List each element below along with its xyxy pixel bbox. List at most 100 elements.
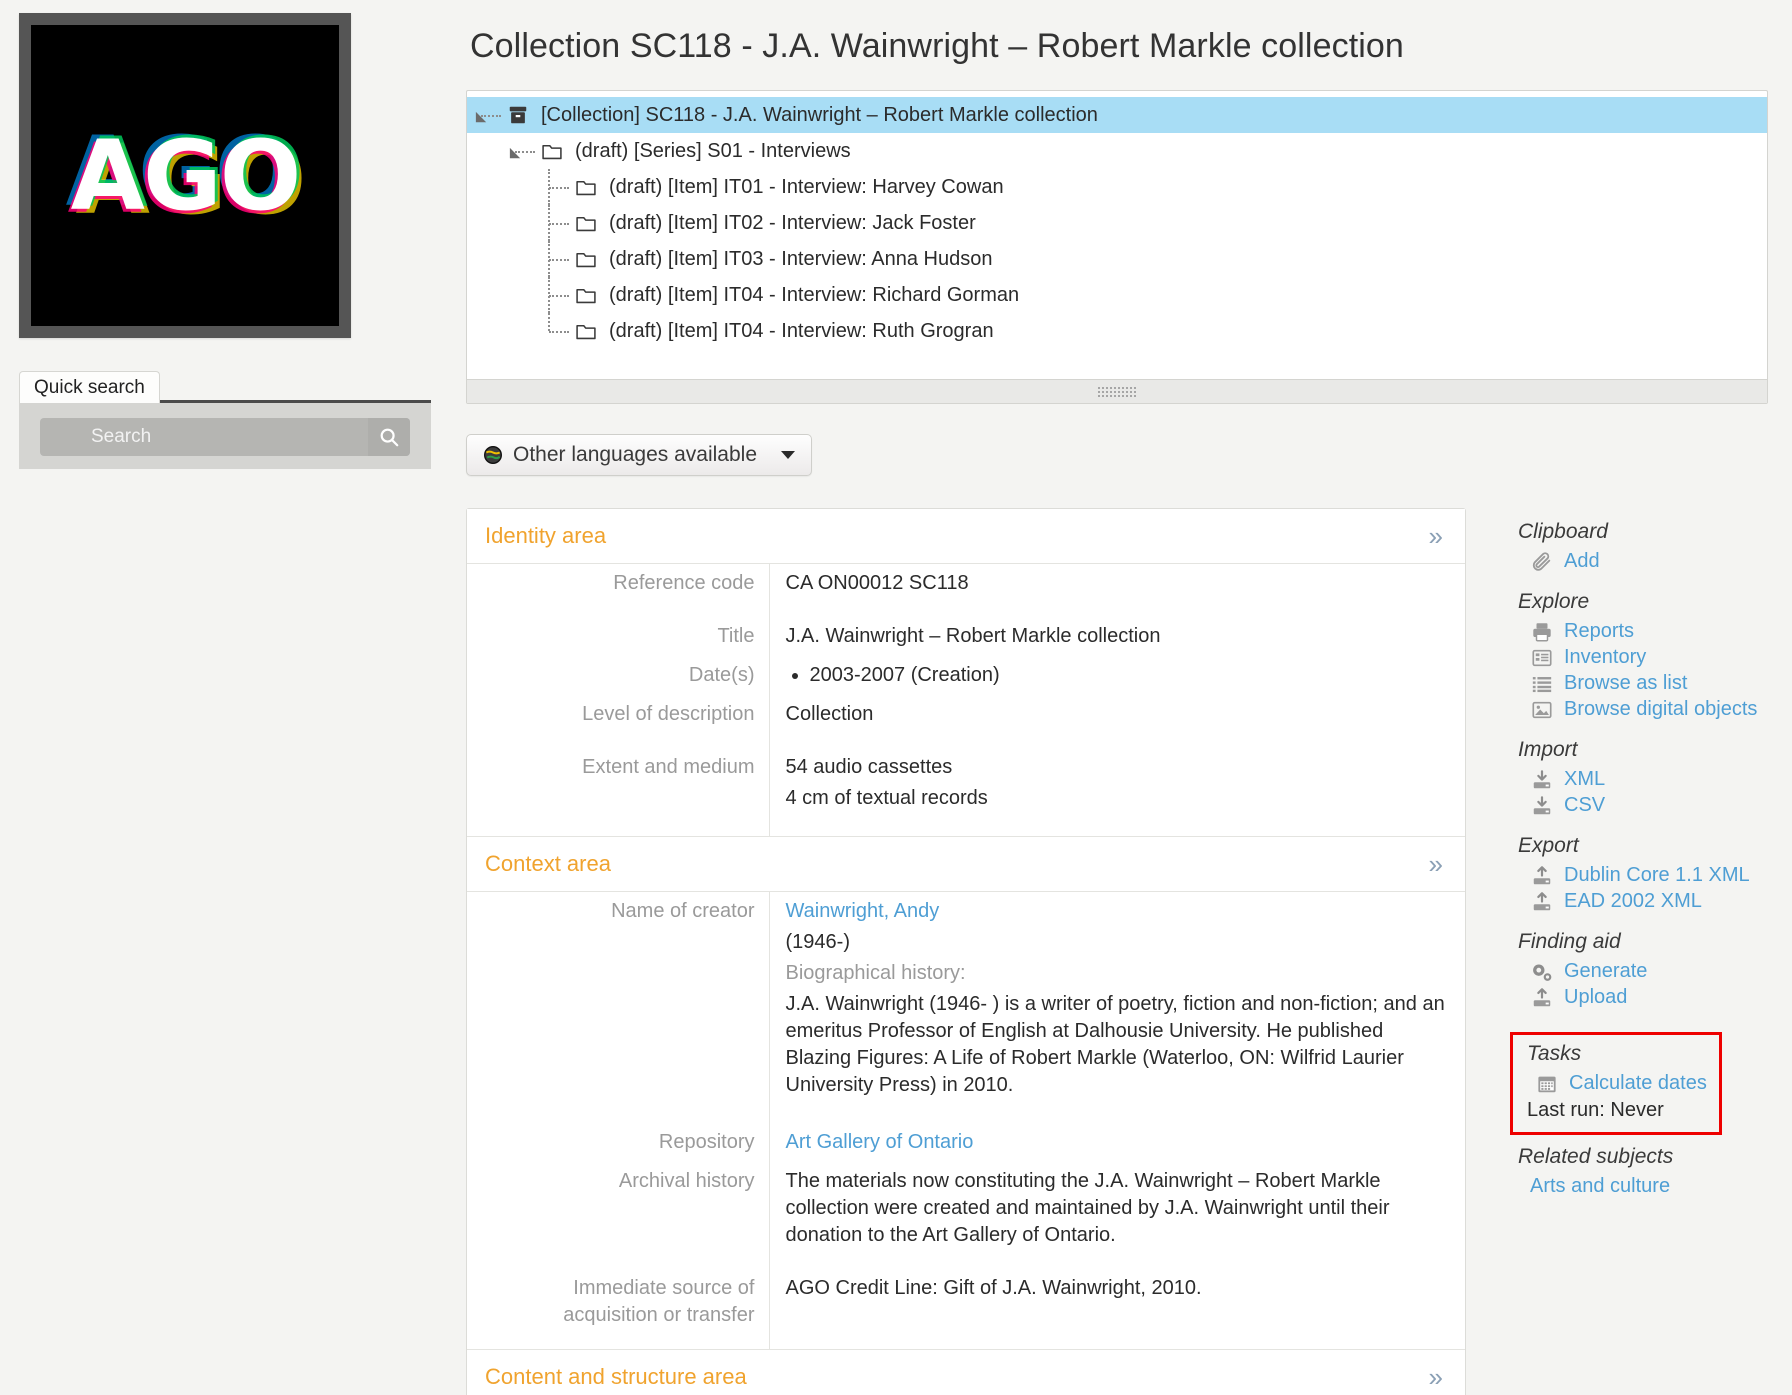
tree-node-label: [Collection] SC118 - J.A. Wainwright – R… (537, 104, 1098, 127)
sidebar-gap (1516, 724, 1792, 738)
tree-guide (541, 277, 575, 313)
list-detail-icon (1530, 647, 1554, 669)
field-level-of-description: Level of description Collection (467, 695, 1465, 734)
sidebar-gap (1516, 820, 1792, 834)
field-label: Level of description (467, 695, 769, 734)
folder-icon (575, 321, 597, 341)
field-spacer (467, 1109, 1465, 1123)
sidebar-item-arts-and-culture[interactable]: Arts and culture (1530, 1175, 1792, 1198)
tab-quick-search[interactable]: Quick search (19, 371, 160, 405)
sidebar-item-label: Generate (1564, 960, 1647, 983)
field-immediate-source: Immediate source of acquisition or trans… (467, 1269, 1465, 1335)
field-value: 54 audio cassettes 4 cm of textual recor… (769, 748, 1465, 822)
tree-node-4[interactable]: (draft) [Item] IT03 - Interview: Anna Hu… (467, 241, 1767, 277)
sidebar-item-browse-as-list[interactable]: Browse as list (1530, 672, 1792, 695)
field-spacer (467, 734, 1465, 748)
tree-node-3[interactable]: (draft) [Item] IT02 - Interview: Jack Fo… (467, 205, 1767, 241)
gears-icon (1530, 961, 1554, 983)
tree-guide (507, 133, 541, 169)
upload-icon (1531, 987, 1553, 1009)
sidebar-item-csv[interactable]: CSV (1530, 794, 1792, 817)
expand-chevron-icon[interactable]: » (1429, 851, 1443, 877)
search-icon (378, 426, 400, 448)
globe-icon (483, 445, 503, 465)
field-value: CA ON00012 SC118 (769, 564, 1465, 603)
folder-icon (575, 249, 605, 269)
search-button[interactable] (368, 418, 410, 456)
field-label: Date(s) (467, 656, 769, 695)
section-header-context[interactable]: Context area » (467, 836, 1465, 892)
tree-guide (507, 313, 541, 349)
sidebar-item-dublin-core-1-1-xml[interactable]: Dublin Core 1.1 XML (1530, 864, 1792, 887)
tree-guide (507, 277, 541, 313)
folder-icon (575, 213, 597, 233)
field-value: Collection (769, 695, 1465, 734)
upload-icon (1530, 891, 1554, 913)
context-area-title: Context area (485, 851, 611, 877)
sidebar-item-upload[interactable]: Upload (1530, 986, 1792, 1009)
treeview-resize-handle[interactable] (467, 379, 1767, 403)
tree-guide (507, 205, 541, 241)
repository-logo[interactable]: AGO (19, 13, 351, 338)
sidebar-item-browse-digital-objects[interactable]: Browse digital objects (1530, 698, 1792, 721)
tree-node-0[interactable]: [Collection] SC118 - J.A. Wainwright – R… (467, 97, 1767, 133)
related-subjects-group: Related subjectsArts and culture (1516, 1145, 1792, 1215)
upload-icon (1531, 891, 1553, 913)
tasks-last-run: Last run: Never (1527, 1099, 1711, 1122)
content-structure-area-title: Content and structure area (485, 1364, 747, 1390)
tree-node-label: (draft) [Item] IT03 - Interview: Anna Hu… (605, 248, 993, 271)
folder-icon (541, 141, 571, 161)
right-sidebar: ClipboardAddExploreReportsInventoryBrows… (1516, 520, 1792, 1215)
field-label: Reference code (467, 564, 769, 603)
creator-link[interactable]: Wainwright, Andy (786, 900, 940, 922)
tree-guide (541, 205, 575, 241)
archival-treeview[interactable]: [Collection] SC118 - J.A. Wainwright – R… (466, 90, 1768, 404)
image-icon (1530, 699, 1554, 721)
other-languages-label: Other languages available (513, 443, 757, 467)
repository-link[interactable]: Art Gallery of Ontario (786, 1131, 974, 1153)
download-icon (1531, 795, 1553, 817)
tree-node-5[interactable]: (draft) [Item] IT04 - Interview: Richard… (467, 277, 1767, 313)
chevron-down-icon (781, 451, 795, 459)
sidebar-item-ead-2002-xml[interactable]: EAD 2002 XML (1530, 890, 1792, 913)
sidebar-item-add[interactable]: Add (1530, 550, 1792, 573)
download-icon (1531, 769, 1553, 791)
other-languages-dropdown[interactable]: Other languages available (466, 434, 812, 476)
sidebar-item-reports[interactable]: Reports (1530, 620, 1792, 643)
tree-guide (473, 205, 507, 241)
archive-box-icon (507, 104, 529, 126)
sidebar-item-label: Inventory (1564, 646, 1646, 669)
tree-node-6[interactable]: (draft) [Item] IT04 - Interview: Ruth Gr… (467, 313, 1767, 349)
sidebar-item-calculate-dates[interactable]: Calculate dates (1535, 1072, 1711, 1095)
printer-icon (1530, 621, 1554, 643)
search-input[interactable] (40, 426, 368, 448)
field-label: Name of creator (467, 892, 769, 1109)
dates-list: 2003-2007 (Creation) (786, 662, 1450, 689)
field-archival-history: Archival history The materials now const… (467, 1162, 1465, 1255)
tree-toggle-icon[interactable] (508, 146, 523, 161)
section-header-identity[interactable]: Identity area » (467, 509, 1465, 564)
tree-toggle-icon[interactable] (474, 110, 489, 125)
field-spacer (467, 1335, 1465, 1349)
tree-guide (541, 241, 575, 277)
sidebar-item-inventory[interactable]: Inventory (1530, 646, 1792, 669)
field-label: Title (467, 617, 769, 656)
field-name-of-creator: Name of creator Wainwright, Andy (1946-)… (467, 892, 1465, 1109)
tree-node-2[interactable]: (draft) [Item] IT01 - Interview: Harvey … (467, 169, 1767, 205)
tree-node-label: (draft) [Item] IT02 - Interview: Jack Fo… (605, 212, 976, 235)
sidebar-item-generate[interactable]: Generate (1530, 960, 1792, 983)
tree-node-label: (draft) [Item] IT01 - Interview: Harvey … (605, 176, 1004, 199)
sidebar-gap (1516, 1012, 1792, 1026)
expand-chevron-icon[interactable]: » (1429, 523, 1443, 549)
sidebar-item-label: Calculate dates (1569, 1072, 1707, 1095)
tree-guide (473, 277, 507, 313)
paperclip-icon (1530, 551, 1554, 573)
sidebar-item-label: Add (1564, 550, 1600, 573)
section-header-content-structure[interactable]: Content and structure area » (467, 1349, 1465, 1395)
context-fields: Name of creator Wainwright, Andy (1946-)… (467, 892, 1465, 1349)
expand-chevron-icon[interactable]: » (1429, 1364, 1443, 1390)
quick-search-panel (19, 403, 431, 469)
tree-node-1[interactable]: (draft) [Series] S01 - Interviews (467, 133, 1767, 169)
sidebar-item-xml[interactable]: XML (1530, 768, 1792, 791)
list-icon (1530, 673, 1554, 695)
